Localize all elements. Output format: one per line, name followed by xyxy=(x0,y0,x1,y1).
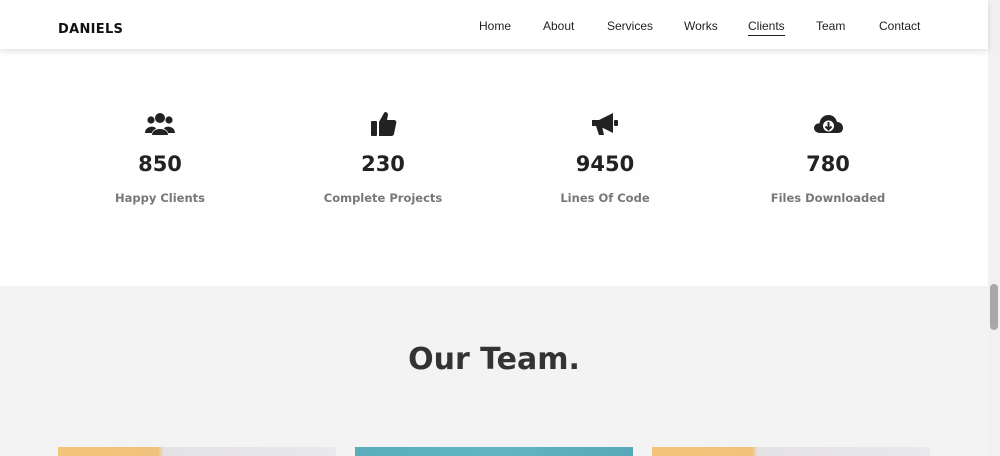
stat-number: 780 xyxy=(806,152,850,176)
stat-lines-of-code: 9450 Lines Of Code xyxy=(505,49,705,286)
stats-section: 850 Happy Clients 230 Complete Projects … xyxy=(0,49,988,286)
nav-link-about[interactable]: About xyxy=(543,19,574,33)
stat-files-downloaded: 780 Files Downloaded xyxy=(728,49,928,286)
nav-link-services[interactable]: Services xyxy=(607,19,653,33)
team-member-card[interactable] xyxy=(58,447,336,456)
stat-label: Lines Of Code xyxy=(560,191,650,205)
stat-number: 230 xyxy=(361,152,405,176)
nav-links: Home About Services Works Clients Team C… xyxy=(0,19,988,39)
team-section: Our Team. xyxy=(0,286,988,456)
scrollbar-track[interactable] xyxy=(988,0,1000,456)
nav-link-contact[interactable]: Contact xyxy=(879,19,920,33)
stat-complete-projects: 230 Complete Projects xyxy=(283,49,483,286)
stat-happy-clients: 850 Happy Clients xyxy=(60,49,260,286)
nav-link-works[interactable]: Works xyxy=(684,19,718,33)
nav-link-clients[interactable]: Clients xyxy=(748,19,785,36)
megaphone-icon xyxy=(589,109,621,139)
stat-number: 850 xyxy=(138,152,182,176)
stat-number: 9450 xyxy=(575,152,635,176)
scrollbar-thumb[interactable] xyxy=(990,284,998,330)
nav-link-home[interactable]: Home xyxy=(479,19,511,33)
users-icon xyxy=(144,109,176,139)
stat-label: Complete Projects xyxy=(323,191,443,205)
thumbs-up-icon xyxy=(367,109,399,139)
cloud-download-icon xyxy=(812,109,844,139)
stat-label: Files Downloaded xyxy=(770,191,886,205)
stat-label: Happy Clients xyxy=(114,191,205,205)
section-title: Our Team. xyxy=(408,342,580,377)
top-navbar: DANIELS Home About Services Works Client… xyxy=(0,0,988,49)
team-member-card[interactable] xyxy=(652,447,930,456)
team-member-card[interactable] xyxy=(355,447,633,456)
nav-link-team[interactable]: Team xyxy=(816,19,845,33)
